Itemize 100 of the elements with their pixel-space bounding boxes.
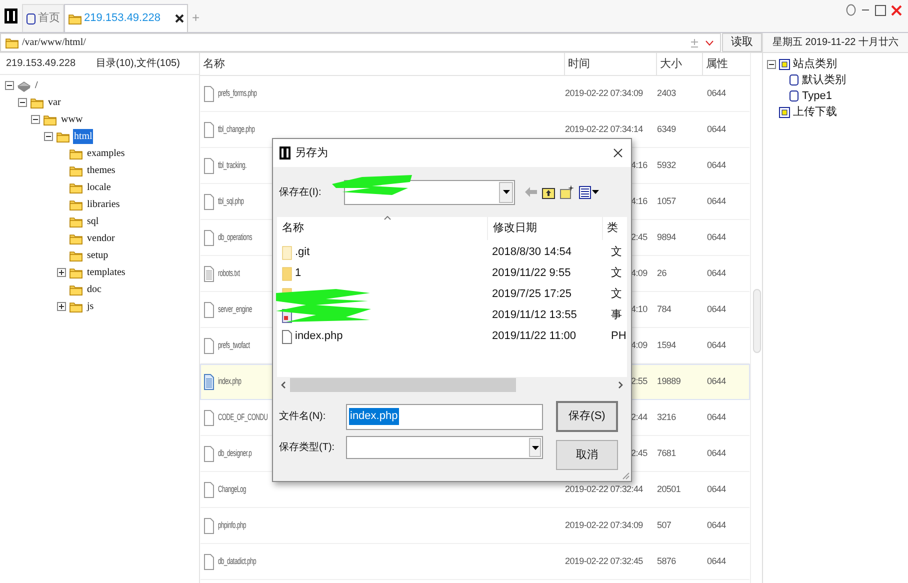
frame-icon — [789, 90, 799, 102]
tree-item[interactable]: html — [73, 129, 94, 144]
category-icon — [779, 58, 790, 70]
collapse-toggle[interactable] — [31, 115, 40, 124]
close-icon — [174, 14, 184, 23]
path-field[interactable]: /var/www/html/ — [0, 33, 721, 52]
folder-icon — [5, 36, 19, 49]
column-header[interactable]: 属性 — [706, 56, 728, 72]
file-size: 1057 — [657, 196, 676, 206]
file-permissions: 0644 — [707, 556, 726, 566]
file-permissions: 0644 — [707, 376, 726, 386]
file-size: 7681 — [657, 448, 676, 458]
file-icon — [282, 330, 292, 344]
file-permissions: 0644 — [707, 268, 726, 278]
minus-icon — [45, 133, 52, 140]
close-icon — [891, 4, 902, 16]
new-folder-icon — [560, 185, 574, 199]
file-name: server_engine — [218, 303, 252, 316]
save-type-label: 保存类型(T): — [279, 440, 336, 455]
file-icon — [203, 230, 215, 246]
collapse-toggle[interactable] — [18, 98, 27, 107]
tree-item[interactable]: / — [34, 78, 39, 93]
tree-item[interactable]: doc — [86, 282, 102, 297]
read-button[interactable]: 读取 — [722, 33, 762, 52]
tree-item[interactable]: 上传下载 — [793, 104, 837, 120]
tree-item[interactable]: 默认类别 — [802, 72, 846, 88]
column-header[interactable]: 时间 — [568, 56, 590, 72]
folder-icon — [69, 215, 83, 228]
file-permissions: 0644 — [707, 448, 726, 458]
file-permissions: 0644 — [707, 88, 726, 98]
scrollbar-thumb[interactable] — [753, 289, 761, 353]
tree-item[interactable]: examples — [86, 146, 126, 161]
file-date: 2019/11/22 11:00 — [492, 330, 576, 342]
file-time: 4:09 — [631, 340, 648, 350]
text-file-icon — [203, 266, 215, 282]
save-type-dropdown[interactable] — [346, 436, 543, 459]
file-size: 26 — [657, 268, 666, 278]
sort-caret-icon — [384, 216, 391, 220]
minus-icon — [6, 82, 13, 89]
column-header[interactable]: 修改日期 — [493, 220, 537, 237]
collapse-toggle[interactable] — [44, 132, 53, 141]
tree-item[interactable]: www — [60, 112, 84, 127]
folder-icon — [30, 96, 44, 109]
close-button[interactable] — [611, 146, 625, 160]
text-file-icon — [203, 374, 215, 390]
folder-icon — [69, 300, 83, 313]
tree-item[interactable]: themes — [86, 163, 116, 178]
tree-item[interactable]: templates — [86, 265, 126, 280]
date-label: 星期五 2019-11-22 十月廿六 — [772, 36, 898, 50]
file-type: PH — [611, 330, 626, 342]
file-row[interactable]: db_datadict.php 2019-02-22 07:32:45 5876 0644 — [200, 544, 750, 580]
minus-icon — [32, 116, 39, 123]
file-name: phpinfo.php — [218, 519, 246, 532]
file-name: db_datadict.php — [218, 555, 256, 568]
expand-toggle[interactable] — [57, 302, 66, 311]
drive-icon — [17, 80, 31, 92]
tree-item[interactable]: Type1 — [802, 88, 832, 104]
column-header[interactable]: 名称 — [203, 56, 225, 72]
tree-item[interactable]: sql — [86, 214, 100, 229]
minus-icon — [19, 99, 26, 106]
column-header[interactable]: 大小 — [660, 56, 682, 72]
collapse-toggle[interactable] — [5, 81, 14, 90]
file-name: db_designer.p — [218, 447, 252, 460]
scrollbar-thumb[interactable] — [290, 378, 516, 392]
file-name: tbl_tracking. — [218, 159, 247, 172]
file-name: CODE_OF_CONDU — [218, 411, 268, 424]
file-time: 4:10 — [631, 304, 648, 314]
view-menu-icon — [579, 186, 599, 198]
file-permissions: 0644 — [707, 124, 726, 134]
frame-icon — [26, 12, 36, 24]
file-name: db_operations — [218, 231, 252, 244]
tree-item[interactable]: vendor — [86, 231, 116, 246]
file-name: tbl_change.php — [218, 123, 255, 136]
file-icon — [203, 338, 215, 354]
file-icon — [203, 446, 215, 462]
tree-item[interactable]: locale — [86, 180, 112, 195]
caret-down-icon — [502, 190, 510, 194]
folder-icon — [69, 181, 83, 194]
column-header[interactable]: 名称 — [282, 220, 304, 237]
tree-item[interactable]: js — [86, 299, 95, 314]
cancel-button[interactable]: 取消 — [556, 440, 618, 470]
tab[interactable]: 首页 — [22, 4, 64, 32]
file-permissions: 0644 — [707, 340, 726, 350]
tree-item[interactable]: setup — [86, 248, 110, 263]
file-size: 2403 — [657, 88, 676, 98]
file-name-field[interactable]: index.php — [346, 404, 543, 430]
tree-item[interactable]: libraries — [86, 197, 121, 212]
tab-close-button[interactable] — [171, 4, 187, 32]
expand-toggle[interactable] — [57, 268, 66, 277]
collapse-toggle[interactable] — [767, 60, 776, 68]
file-row[interactable]: prefs_forms.php 2019-02-22 07:34:09 2403 0644 — [200, 76, 750, 112]
file-icon — [203, 410, 215, 426]
save-button[interactable]: 保存(S) — [556, 401, 618, 432]
tree-item[interactable]: 站点类别 — [793, 56, 837, 72]
file-name: 1 — [295, 266, 302, 282]
file-name: .git — [295, 245, 310, 260]
column-header[interactable]: 类 — [607, 220, 618, 237]
file-row[interactable]: phpinfo.php 2019-02-22 07:34:09 507 0644 — [200, 508, 750, 544]
file-permissions: 0644 — [707, 196, 726, 206]
tree-item[interactable]: var — [47, 95, 62, 110]
